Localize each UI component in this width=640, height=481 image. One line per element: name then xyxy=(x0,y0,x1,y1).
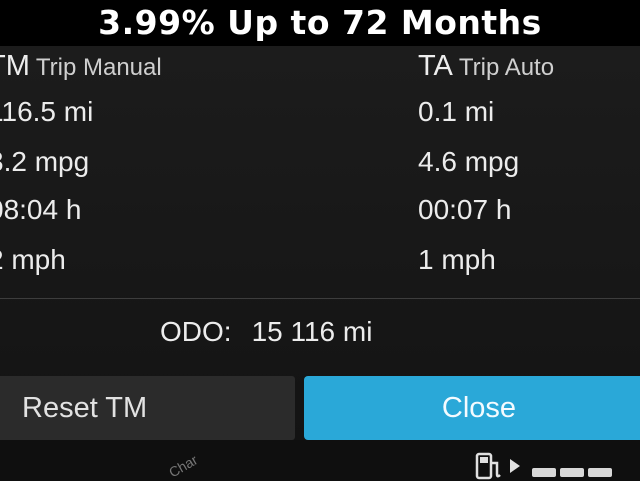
trip-manual-speed: 2 mph xyxy=(0,244,66,275)
trip-manual-time: 08:04 h xyxy=(0,194,82,225)
fuel-gauge-segment xyxy=(532,468,556,477)
odometer-value: 15 116 mi xyxy=(251,316,373,347)
trip-manual-name: Trip Manual xyxy=(35,54,162,81)
fuel-pump-icon xyxy=(475,452,520,480)
odometer-readout: ODO: 15 116 mi xyxy=(160,316,372,348)
promo-banner: 3.99% Up to 72 Months xyxy=(0,0,640,46)
trip-manual-economy: 3.2 mpg xyxy=(0,146,90,177)
divider xyxy=(0,298,640,299)
trip-manual-header: TMTrip Manual xyxy=(0,50,162,83)
trip-manual-distance: 116.5 mi xyxy=(0,96,94,127)
trip-auto-economy: 4.6 mpg xyxy=(418,146,520,177)
fuel-level-gauge xyxy=(532,462,640,481)
trip-auto-time: 00:07 h xyxy=(418,194,512,225)
trip-auto-name: Trip Auto xyxy=(458,54,555,81)
trip-auto-abbr: TA xyxy=(418,50,453,82)
trip-auto-distance: 0.1 mi xyxy=(418,96,495,127)
trip-auto-speed: 1 mph xyxy=(418,244,496,275)
trip-computer-screen: TMTrip Manual 116.5 mi 3.2 mpg 08:04 h 2… xyxy=(0,46,640,481)
odometer-label: ODO: xyxy=(160,316,232,347)
trip-auto-header: TA Trip Auto xyxy=(418,50,554,83)
fuel-gauge-segment xyxy=(588,468,612,477)
reset-tm-button[interactable]: Reset TM xyxy=(0,376,295,440)
trip-manual-abbr: TM xyxy=(0,50,30,82)
close-button[interactable]: Close xyxy=(304,376,640,440)
fuel-gauge-segment xyxy=(560,468,584,477)
